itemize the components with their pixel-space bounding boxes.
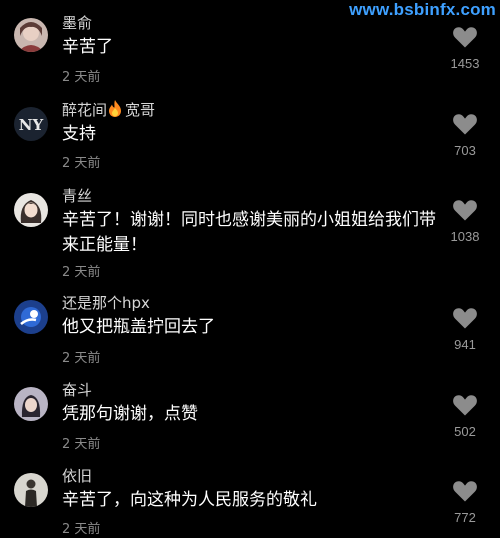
watermark: www.bsbinfx.com (349, 0, 496, 19)
heart-icon[interactable] (453, 27, 477, 48)
comment-time: 2 天前 (62, 437, 101, 452)
username-part: 醉花间 (62, 101, 108, 119)
avatar[interactable] (14, 18, 48, 52)
comment-time: 2 天前 (62, 70, 101, 85)
comment-text: 支持 (62, 124, 96, 144)
comment-text: 凭那句谢谢，点赞 (62, 404, 198, 424)
avatar[interactable] (14, 473, 48, 507)
like-count: 1038 (450, 229, 480, 244)
comment-username[interactable]: 墨俞 (62, 12, 92, 33)
like-count: 1453 (450, 56, 480, 71)
like-button[interactable]: 502 (440, 395, 490, 439)
avatar-girl-illustration-icon (14, 193, 48, 227)
avatar-standing-figure-icon (14, 473, 48, 507)
comment-username[interactable]: 奋斗 (62, 379, 92, 400)
like-count: 772 (454, 510, 476, 525)
heart-icon[interactable] (453, 114, 477, 135)
comment-text: 辛苦了！谢谢！同时也感谢美丽的小姐姐给我们带来正能量！ (62, 210, 436, 255)
like-button[interactable]: 1038 (440, 200, 490, 244)
avatar-illustrated-person-icon (14, 18, 48, 52)
like-count: 502 (454, 424, 476, 439)
like-count: 703 (454, 143, 476, 158)
comment-time: 2 天前 (62, 156, 101, 171)
avatar-blue-logo-icon (14, 300, 48, 334)
like-button[interactable]: 941 (440, 308, 490, 352)
heart-icon[interactable] (453, 481, 477, 502)
avatar[interactable]: NY (14, 107, 48, 141)
like-button[interactable]: 1453 (440, 27, 490, 71)
comment-time: 2 天前 (62, 522, 101, 537)
comment-text: 辛苦了 (62, 37, 113, 57)
comment-username[interactable]: 还是那个hpx (62, 292, 150, 313)
heart-icon[interactable] (453, 308, 477, 329)
comment-time: 2 天前 (62, 351, 101, 366)
heart-icon[interactable] (453, 200, 477, 221)
avatar[interactable] (14, 193, 48, 227)
username-part: 宽哥 (125, 101, 156, 119)
svg-text:NY: NY (19, 116, 44, 134)
comment-username[interactable]: 依旧 (62, 465, 92, 486)
like-count: 941 (454, 337, 476, 352)
like-button[interactable]: 772 (440, 481, 490, 525)
comment-username[interactable]: 醉花间 宽哥 (62, 99, 155, 120)
heart-icon[interactable] (453, 395, 477, 416)
avatar-portrait-icon (14, 387, 48, 421)
avatar[interactable] (14, 387, 48, 421)
avatar-ny-logo-icon: NY (14, 107, 48, 141)
comment-username[interactable]: 青丝 (62, 185, 92, 206)
like-button[interactable]: 703 (440, 114, 490, 158)
fire-icon (109, 100, 122, 117)
avatar[interactable] (14, 300, 48, 334)
comment-text: 他又把瓶盖拧回去了 (62, 317, 215, 337)
comment-text: 辛苦了，向这种为人民服务的敬礼 (62, 490, 317, 510)
comment-time: 2 天前 (62, 265, 101, 280)
